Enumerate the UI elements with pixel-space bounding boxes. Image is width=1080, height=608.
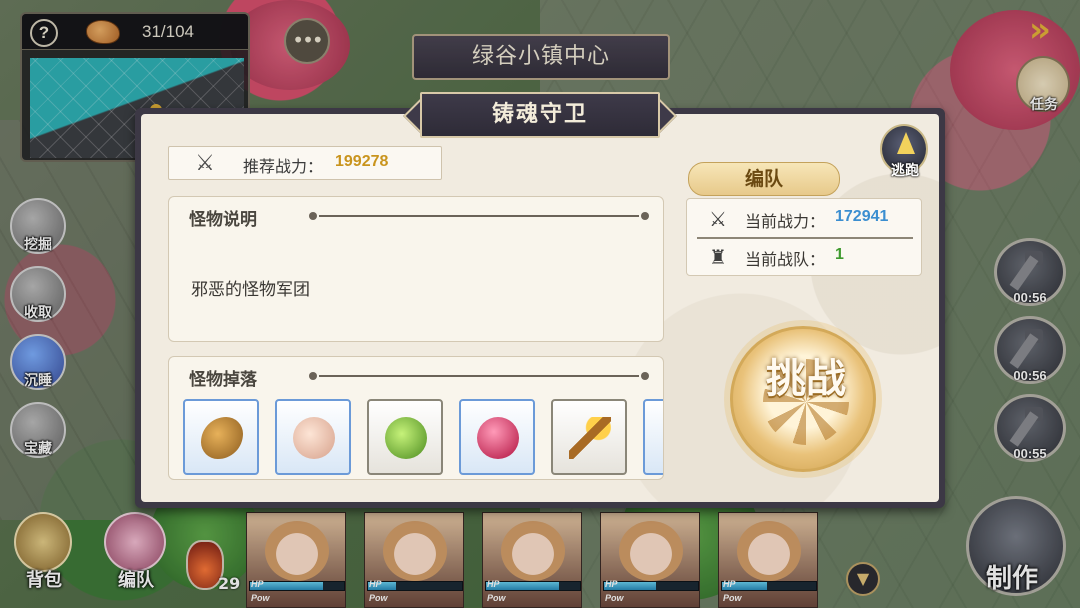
flee-icon <box>897 132 915 154</box>
monster-description: 邪恶的怪物军团 <box>191 280 310 300</box>
red-orb-icon <box>477 417 519 459</box>
stat-divider <box>697 237 913 239</box>
drop-item-partial[interactable] <box>643 399 663 475</box>
roast-chicken-icon <box>293 417 335 459</box>
recommended-power-label: 推荐战力： <box>243 157 324 176</box>
team-stats-box: ⚔ 当前战力： 172941 ♜ 当前战队： 1 <box>686 198 922 276</box>
drop-item-potion[interactable] <box>367 399 443 475</box>
monster-description-section: 怪物说明 邪恶的怪物军团 <box>168 196 664 342</box>
drop-item-chicken[interactable] <box>275 399 351 475</box>
section-title: 怪物说明 <box>189 210 257 230</box>
seed-icon <box>201 417 243 459</box>
formation-button[interactable]: 编队 <box>688 162 840 196</box>
flee-label: 逃跑 <box>891 163 919 179</box>
challenge-button[interactable]: 挑战 <box>730 326 876 472</box>
drop-item-seed[interactable] <box>183 399 259 475</box>
crossed-swords-icon: ⚔ <box>709 207 727 231</box>
monster-drops-section: 怪物掉落 <box>168 356 664 480</box>
current-team-value: 1 <box>835 246 844 263</box>
section-title: 怪物掉落 <box>189 370 257 390</box>
torch-icon <box>569 417 611 459</box>
green-potion-icon <box>385 417 427 459</box>
section-divider <box>309 372 649 380</box>
current-team-label: 当前战队： <box>745 250 826 269</box>
drop-item-orb[interactable] <box>459 399 535 475</box>
dialog-title: 铸魂守卫 <box>420 92 660 138</box>
section-divider <box>309 212 649 220</box>
challenge-label: 挑战 <box>766 356 846 402</box>
current-power-value: 172941 <box>835 208 889 225</box>
chess-piece-icon: ♜ <box>709 245 727 269</box>
current-power-label: 当前战力： <box>745 212 826 231</box>
recommended-power-box: ⚔ 推荐战力： 199278 <box>168 146 442 180</box>
recommended-power-value: 199278 <box>335 153 389 170</box>
drop-item-torch[interactable] <box>551 399 627 475</box>
crossed-swords-icon: ⚔ <box>195 151 215 176</box>
